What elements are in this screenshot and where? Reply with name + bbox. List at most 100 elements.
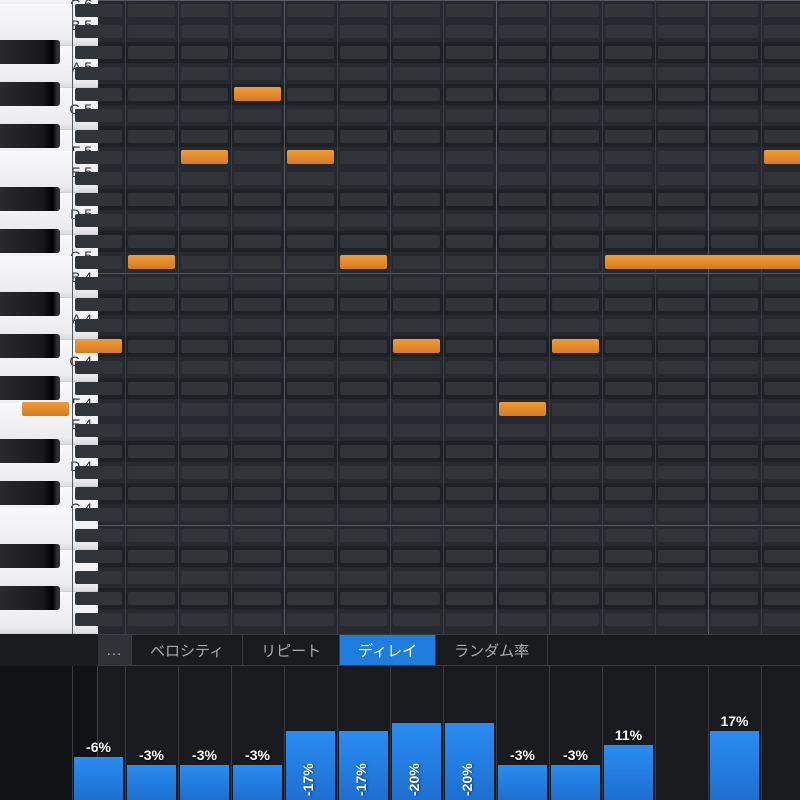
grid-cell[interactable] [128, 571, 175, 584]
grid-cell[interactable] [658, 403, 705, 416]
tabs-more-button[interactable]: ... [98, 635, 132, 665]
grid-cell[interactable] [499, 466, 546, 479]
grid-cell[interactable] [234, 277, 281, 290]
lane-step[interactable]: -6% [72, 666, 125, 800]
grid-cell[interactable] [711, 46, 758, 59]
grid-cell[interactable] [340, 214, 387, 227]
grid-cell[interactable] [128, 193, 175, 206]
grid-cell[interactable] [393, 88, 440, 101]
grid-cell[interactable] [287, 340, 334, 353]
grid-cell[interactable] [287, 130, 334, 143]
tab-2[interactable]: ディレイ [340, 635, 436, 665]
grid-cell[interactable] [75, 67, 122, 80]
grid-cell[interactable] [499, 298, 546, 311]
grid-cell[interactable] [764, 382, 800, 395]
midi-note[interactable] [393, 339, 440, 353]
grid-cell[interactable] [711, 403, 758, 416]
grid-cell[interactable] [764, 508, 800, 521]
grid-cell[interactable] [499, 256, 546, 269]
grid-cell[interactable] [446, 214, 493, 227]
black-key[interactable] [0, 544, 60, 568]
grid-cell[interactable] [393, 319, 440, 332]
grid-cell[interactable] [234, 466, 281, 479]
grid-cell[interactable] [605, 214, 652, 227]
grid-cell[interactable] [75, 172, 122, 185]
grid-cell[interactable] [446, 445, 493, 458]
grid-cell[interactable] [393, 109, 440, 122]
grid-cell[interactable] [287, 214, 334, 227]
grid-cell[interactable] [446, 88, 493, 101]
grid-cell[interactable] [446, 130, 493, 143]
grid-cell[interactable] [128, 424, 175, 437]
grid-cell[interactable] [128, 550, 175, 563]
grid-cell[interactable] [287, 529, 334, 542]
grid-cell[interactable] [552, 235, 599, 248]
grid-cell[interactable] [75, 88, 122, 101]
lane-step[interactable]: -3% [549, 666, 602, 800]
grid-cell[interactable] [658, 214, 705, 227]
grid-cell[interactable] [552, 214, 599, 227]
grid-cell[interactable] [499, 508, 546, 521]
grid-cell[interactable] [181, 214, 228, 227]
black-key[interactable] [0, 292, 60, 316]
grid-cell[interactable] [499, 25, 546, 38]
grid-cell[interactable] [181, 319, 228, 332]
grid-cell[interactable] [75, 382, 122, 395]
grid-cell[interactable] [711, 592, 758, 605]
lane-bar[interactable] [710, 731, 759, 800]
grid-cell[interactable] [75, 403, 122, 416]
midi-note[interactable] [340, 255, 387, 269]
grid-cell[interactable] [181, 67, 228, 80]
grid-cell[interactable] [75, 256, 122, 269]
grid-cell[interactable] [181, 529, 228, 542]
grid-cell[interactable] [552, 424, 599, 437]
grid-cell[interactable] [393, 529, 440, 542]
grid-cell[interactable] [446, 571, 493, 584]
grid-cell[interactable] [75, 529, 122, 542]
grid-cell[interactable] [658, 130, 705, 143]
grid-cell[interactable] [552, 550, 599, 563]
grid-cell[interactable] [658, 529, 705, 542]
grid-cell[interactable] [658, 67, 705, 80]
grid-cell[interactable] [499, 235, 546, 248]
grid-cell[interactable] [658, 172, 705, 185]
grid-cell[interactable] [499, 487, 546, 500]
grid-cell[interactable] [499, 529, 546, 542]
grid-cell[interactable] [128, 4, 175, 17]
grid-cell[interactable] [340, 592, 387, 605]
grid-cell[interactable] [128, 235, 175, 248]
grid-cell[interactable] [340, 109, 387, 122]
grid-cell[interactable] [658, 571, 705, 584]
grid-cell[interactable] [340, 88, 387, 101]
grid-cell[interactable] [605, 403, 652, 416]
grid-cell[interactable] [552, 445, 599, 458]
grid-cell[interactable] [340, 46, 387, 59]
grid-cell[interactable] [446, 403, 493, 416]
grid-cell[interactable] [234, 550, 281, 563]
grid-cell[interactable] [340, 424, 387, 437]
grid-cell[interactable] [393, 256, 440, 269]
grid-cell[interactable] [181, 508, 228, 521]
grid-cell[interactable] [446, 151, 493, 164]
grid-cell[interactable] [287, 382, 334, 395]
grid-cell[interactable] [764, 109, 800, 122]
grid-cell[interactable] [75, 151, 122, 164]
grid-cell[interactable] [181, 277, 228, 290]
grid-cell[interactable] [75, 130, 122, 143]
grid-cell[interactable] [499, 109, 546, 122]
grid-cell[interactable] [234, 529, 281, 542]
grid-cell[interactable] [75, 550, 122, 563]
lane-step[interactable] [761, 666, 800, 800]
grid-cell[interactable] [605, 298, 652, 311]
grid-cell[interactable] [711, 25, 758, 38]
grid-cell[interactable] [499, 592, 546, 605]
grid-cell[interactable] [764, 466, 800, 479]
grid-cell[interactable] [181, 361, 228, 374]
grid-cell[interactable] [711, 151, 758, 164]
lane-step[interactable]: 17% [708, 666, 761, 800]
grid-cell[interactable] [75, 592, 122, 605]
grid-cell[interactable] [287, 4, 334, 17]
grid-cell[interactable] [128, 88, 175, 101]
grid-cell[interactable] [340, 151, 387, 164]
grid-cell[interactable] [287, 424, 334, 437]
